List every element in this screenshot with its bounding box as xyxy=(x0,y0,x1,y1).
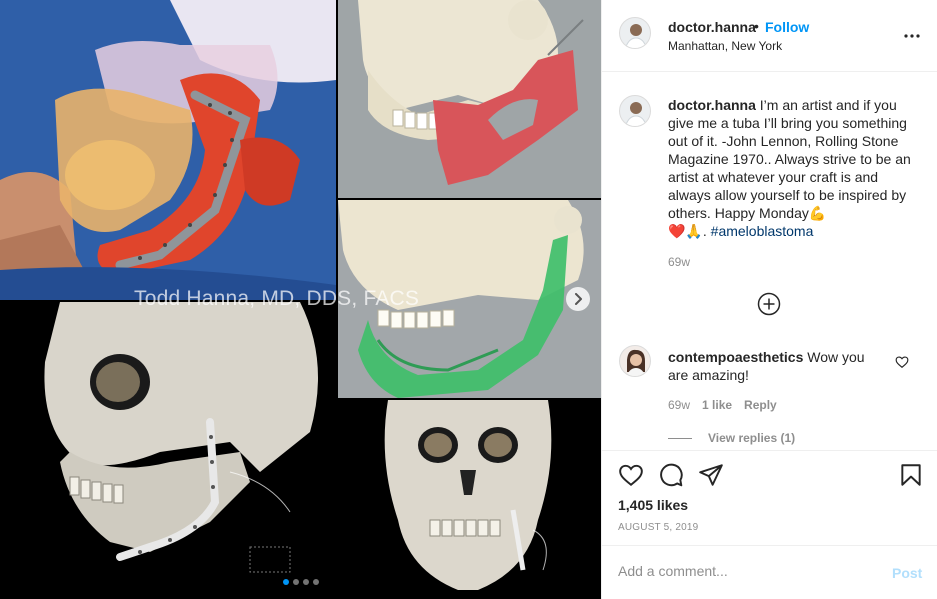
share-icon xyxy=(699,464,723,486)
likes-count[interactable]: 1,405 likes xyxy=(618,497,688,513)
bookmark-icon xyxy=(901,464,921,486)
comment-button[interactable] xyxy=(658,462,684,488)
commenter-avatar[interactable] xyxy=(619,345,651,377)
post-date[interactable]: AUGUST 5, 2019 xyxy=(618,522,698,533)
heart-icon xyxy=(619,464,643,486)
view-replies-label: View replies (1) xyxy=(708,431,796,445)
author-username-link[interactable]: doctor.hanna xyxy=(668,19,756,35)
commenter-username-link[interactable]: contempoaesthetics xyxy=(668,349,803,365)
post-comment-button[interactable]: Post xyxy=(892,565,922,581)
caption-username-link[interactable]: doctor.hanna xyxy=(668,97,756,113)
caption-timestamp[interactable]: 69w xyxy=(668,255,690,269)
heart-icon xyxy=(895,356,909,368)
carousel-next-button[interactable] xyxy=(566,287,590,311)
add-comment-bar: Post xyxy=(602,545,937,599)
post-actions: 1,405 likes AUGUST 5, 2019 xyxy=(602,450,937,546)
ct-scan-frontal xyxy=(338,400,601,599)
comment-reply-button[interactable]: Reply xyxy=(744,398,777,412)
carousel-dot-1 xyxy=(283,579,289,585)
hashtag-link[interactable]: #ameloblastoma xyxy=(711,223,814,239)
comment-like-button[interactable] xyxy=(895,355,909,369)
like-button[interactable] xyxy=(618,462,644,488)
view-replies-button[interactable]: View replies (1) xyxy=(668,431,795,445)
carousel-indicator xyxy=(283,579,319,585)
comment-text: contempoaesthetics Wow you are amazing! xyxy=(668,348,878,384)
share-button[interactable] xyxy=(698,462,724,488)
caption-emoji: ❤️🙏. xyxy=(668,223,711,239)
comment-timestamp[interactable]: 69w xyxy=(668,398,690,412)
skull-render-red-mandible xyxy=(338,0,601,198)
carousel-dot-3 xyxy=(303,579,309,585)
chevron-right-icon xyxy=(575,293,582,305)
carousel-dot-2 xyxy=(293,579,299,585)
plus-circle-icon xyxy=(757,292,781,316)
follow-button[interactable]: Follow xyxy=(765,19,809,35)
load-more-comments-button[interactable] xyxy=(757,292,781,316)
ct-scan-lateral xyxy=(0,302,336,599)
more-horizontal-icon xyxy=(904,34,920,38)
comment-meta: 69w 1 like Reply xyxy=(668,398,777,412)
more-options-button[interactable] xyxy=(902,26,922,46)
surgical-model-photo xyxy=(0,0,336,300)
replies-divider-line xyxy=(668,437,692,439)
post-media[interactable]: Todd Hanna, MD, DDS, FACS xyxy=(0,0,601,599)
caption-text: doctor.hanna I’m an artist and if you gi… xyxy=(668,96,918,240)
caption-avatar[interactable] xyxy=(619,95,651,127)
post-side-panel: doctor.hanna • Follow Manhattan, New Yor… xyxy=(601,0,937,599)
post-header: doctor.hanna • Follow Manhattan, New Yor… xyxy=(602,0,937,72)
caption-body: I’m an artist and if you give me a tuba … xyxy=(668,97,911,221)
comment-likes-count[interactable]: 1 like xyxy=(702,398,732,412)
location-link[interactable]: Manhattan, New York xyxy=(668,39,782,53)
save-button[interactable] xyxy=(898,462,924,488)
carousel-dot-4 xyxy=(313,579,319,585)
watermark-text: Todd Hanna, MD, DDS, FACS xyxy=(134,287,420,310)
author-avatar[interactable] xyxy=(619,17,651,49)
comment-icon xyxy=(660,463,683,487)
separator-dot: • xyxy=(754,18,759,34)
comment-input[interactable] xyxy=(618,563,878,579)
